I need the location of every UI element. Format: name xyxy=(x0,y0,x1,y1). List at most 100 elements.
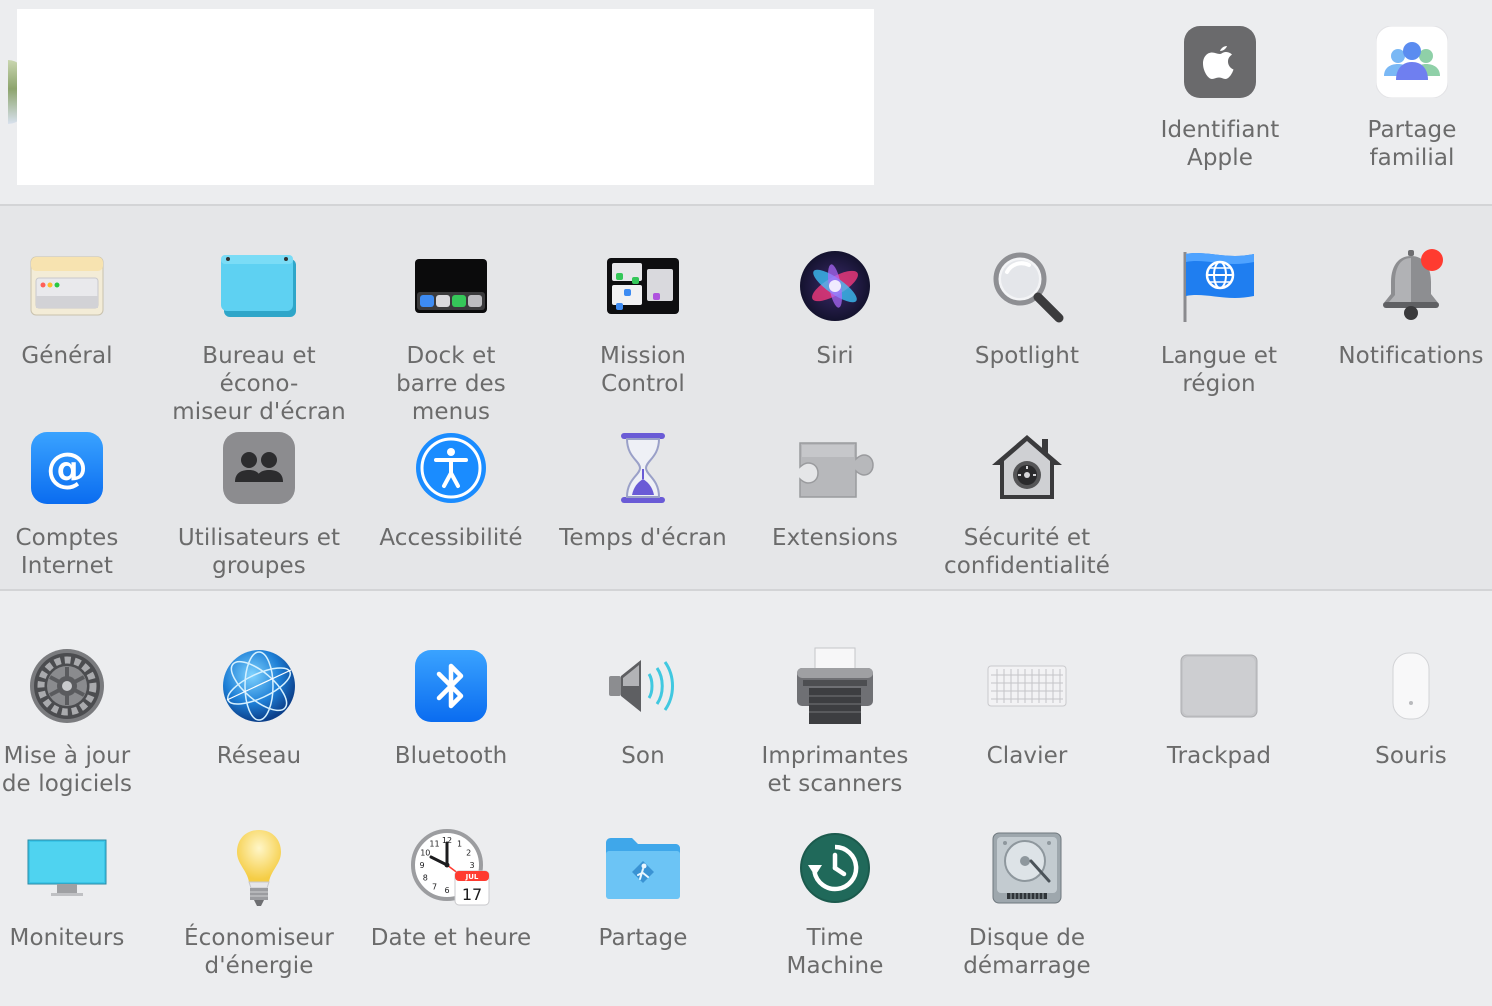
pane-security-privacy[interactable]: Sécurité et confidentialité xyxy=(931,428,1123,580)
pane-dock[interactable]: Dock et barre des menus xyxy=(355,246,547,426)
time-machine-icon xyxy=(795,828,875,908)
pane-label: Imprimantes et scanners xyxy=(761,743,909,797)
house-safe-icon xyxy=(987,428,1067,508)
pane-label: Général xyxy=(21,343,113,369)
pane-label: Économiseur d'énergie xyxy=(184,925,334,979)
at-sign-icon: @ xyxy=(27,428,107,508)
pane-trackpad[interactable]: Trackpad xyxy=(1123,646,1315,770)
pane-time-machine[interactable]: Time Machine xyxy=(739,828,931,980)
pane-label: Disque de démarrage xyxy=(963,925,1091,979)
pane-desktop-screensaver[interactable]: Bureau et écono- miseur d'écran xyxy=(163,246,355,426)
pane-internet-accounts[interactable]: @ Comptes Internet xyxy=(0,428,163,580)
pane-label: Mission Control xyxy=(600,343,686,397)
siri-icon xyxy=(795,246,875,326)
clock-numeral: 2 xyxy=(466,849,471,858)
mission-control-icon xyxy=(603,246,683,326)
pane-label: Son xyxy=(621,743,665,769)
pane-label: Utilisateurs et groupes xyxy=(177,525,341,579)
calendar-month: JUL xyxy=(465,873,479,881)
pane-label: Accessibilité xyxy=(379,525,523,551)
clock-numeral: 11 xyxy=(429,839,439,848)
pane-language-region[interactable]: Langue et région xyxy=(1123,246,1315,398)
pane-displays[interactable]: Moniteurs xyxy=(0,828,163,952)
pane-label: Moniteurs xyxy=(9,925,125,951)
pane-software-update[interactable]: Mise à jour de logiciels xyxy=(0,646,163,798)
pane-label: Trackpad xyxy=(1166,743,1272,769)
clock-calendar-icon: 121234567891011 JUL 17 xyxy=(411,828,491,908)
account-section: Identifiant Apple Partage familial xyxy=(0,0,1492,205)
pane-bluetooth[interactable]: Bluetooth xyxy=(355,646,547,770)
svg-text:@: @ xyxy=(46,443,88,492)
users-icon xyxy=(219,428,299,508)
pane-label: Partage familial xyxy=(1367,117,1457,171)
pane-startup-disk[interactable]: Disque de démarrage xyxy=(931,828,1123,980)
clock-numeral: 1 xyxy=(457,839,462,848)
magnifier-icon xyxy=(987,246,1067,326)
globe-icon xyxy=(219,646,299,726)
pane-label: Temps d'écran xyxy=(559,525,727,551)
pane-label: Clavier xyxy=(986,743,1068,769)
accessibility-icon xyxy=(411,428,491,508)
hourglass-icon xyxy=(603,428,683,508)
calendar-day: 17 xyxy=(462,885,482,904)
pane-label: Identifiant Apple xyxy=(1160,117,1280,171)
pane-spotlight[interactable]: Spotlight xyxy=(931,246,1123,370)
family-sharing-icon xyxy=(1372,22,1452,102)
pane-notifications[interactable]: Notifications xyxy=(1315,246,1492,370)
pane-label: Comptes Internet xyxy=(15,525,119,579)
pane-sharing[interactable]: Partage xyxy=(547,828,739,952)
pane-screen-time[interactable]: Temps d'écran xyxy=(547,428,739,552)
apple-logo-icon xyxy=(1180,22,1260,102)
pane-keyboard[interactable]: Clavier xyxy=(931,646,1123,770)
keyboard-icon xyxy=(987,646,1067,726)
speaker-icon xyxy=(603,646,683,726)
clock-numeral: 3 xyxy=(469,861,474,870)
clock-numeral: 6 xyxy=(444,886,449,895)
pane-accessibility[interactable]: Accessibilité xyxy=(355,428,547,552)
pane-label: Time Machine xyxy=(786,925,884,979)
lightbulb-icon xyxy=(219,828,299,908)
mouse-icon xyxy=(1371,646,1451,726)
pane-family-sharing[interactable]: Partage familial xyxy=(1316,22,1492,172)
pane-apple-id[interactable]: Identifiant Apple xyxy=(1124,22,1316,172)
system-panes-section: Général Bureau et écono- miseur d'écran xyxy=(0,206,1492,590)
desktop-icon xyxy=(219,246,299,326)
pane-mission-control[interactable]: Mission Control xyxy=(547,246,739,398)
trackpad-icon xyxy=(1179,646,1259,726)
pane-label: Extensions xyxy=(772,525,898,551)
pane-label: Date et heure xyxy=(370,925,532,951)
pane-label: Sécurité et confidentialité xyxy=(943,525,1111,579)
pane-mouse[interactable]: Souris xyxy=(1315,646,1492,770)
pane-label: Langue et région xyxy=(1160,343,1278,397)
printer-icon xyxy=(795,646,875,726)
bluetooth-icon xyxy=(411,646,491,726)
clock-numeral: 9 xyxy=(419,861,424,870)
gear-icon xyxy=(27,646,107,726)
dock-icon xyxy=(411,246,491,326)
pane-label: Mise à jour de logiciels xyxy=(1,743,133,797)
pane-date-time[interactable]: 121234567891011 JUL 17 Date et heure xyxy=(355,828,547,952)
bell-icon xyxy=(1371,246,1451,326)
pane-general[interactable]: Général xyxy=(0,246,163,370)
pane-sound[interactable]: Son xyxy=(547,646,739,770)
puzzle-piece-icon xyxy=(795,428,875,508)
pane-label: Siri xyxy=(816,343,854,369)
pane-network[interactable]: Réseau xyxy=(163,646,355,770)
monitor-icon xyxy=(27,828,107,908)
pane-users-groups[interactable]: Utilisateurs et groupes xyxy=(163,428,355,580)
pane-label: Partage xyxy=(598,925,688,951)
pane-label: Réseau xyxy=(216,743,302,769)
flag-globe-icon xyxy=(1179,246,1259,326)
pane-label: Spotlight xyxy=(974,343,1080,369)
sharing-folder-icon xyxy=(603,828,683,908)
clock-numeral: 7 xyxy=(432,883,437,892)
hardware-panes-section: Mise à jour de logiciels Réseau Bluetoot… xyxy=(0,591,1492,1006)
pane-label: Souris xyxy=(1375,743,1447,769)
pane-printers-scanners[interactable]: Imprimantes et scanners xyxy=(739,646,931,798)
account-info-panel xyxy=(17,9,874,185)
general-icon xyxy=(27,246,107,326)
pane-siri[interactable]: Siri xyxy=(739,246,931,370)
pane-extensions[interactable]: Extensions xyxy=(739,428,931,552)
pane-energy-saver[interactable]: Économiseur d'énergie xyxy=(163,828,355,980)
clock-numeral: 10 xyxy=(420,849,430,858)
